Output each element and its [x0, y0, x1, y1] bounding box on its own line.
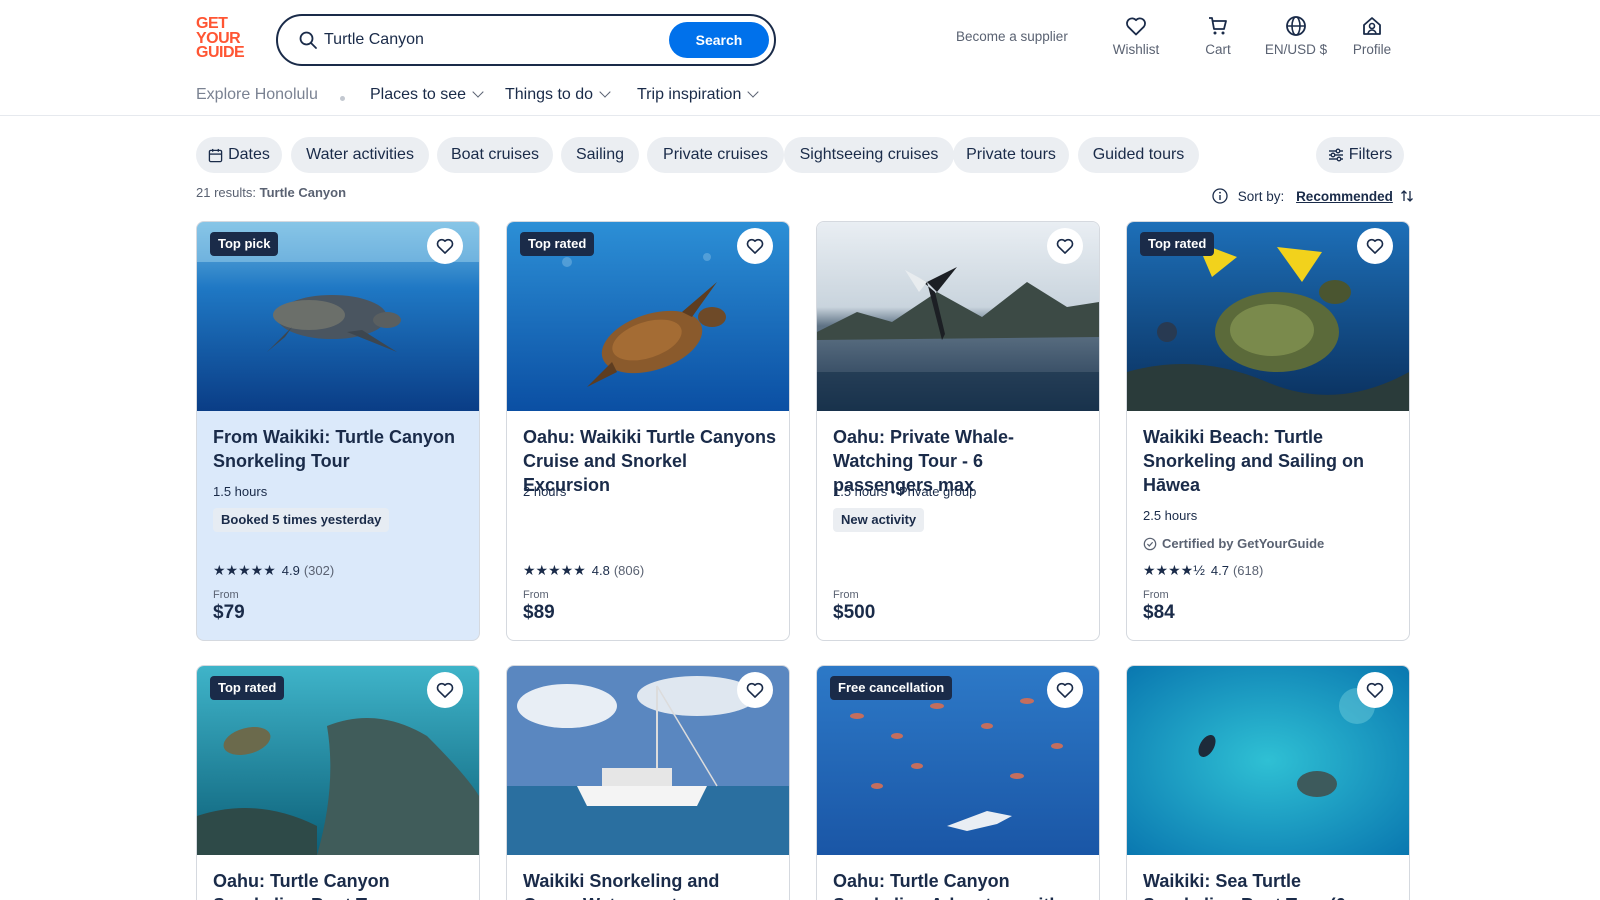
card-title[interactable]: Oahu: Turtle Canyon Snorkeling Adventure…	[833, 869, 1088, 900]
things-to-do-menu[interactable]: Things to do	[505, 86, 611, 104]
cart-icon	[1209, 17, 1227, 35]
price-from-label: From	[213, 589, 239, 601]
wishlist-button[interactable]: Wishlist	[1104, 14, 1168, 64]
card-duration: 1.5 hours	[213, 484, 268, 499]
card-title[interactable]: Waikiki Beach: Turtle Snorkeling and Sai…	[1143, 425, 1398, 497]
add-to-wishlist-button[interactable]	[1357, 672, 1393, 708]
sort-control[interactable]: Sort by: Recommended	[1212, 185, 1414, 204]
card-badge: Top rated	[1140, 232, 1215, 256]
heart-icon	[436, 682, 454, 698]
card-tag: New activity	[833, 508, 925, 532]
search-bar: Search	[276, 14, 776, 66]
activity-card[interactable]: Top rated Oahu: Waikiki Turtle Canyons C…	[506, 221, 790, 641]
card-title[interactable]: Oahu: Turtle Canyon Snorkeling Boat Tour	[213, 869, 468, 900]
sliders-icon	[1328, 148, 1343, 162]
add-to-wishlist-button[interactable]	[1047, 228, 1083, 264]
card-price: $89	[523, 602, 555, 623]
price-from-label: From	[523, 589, 549, 601]
globe-icon	[1286, 16, 1306, 36]
search-icon	[299, 31, 317, 49]
chip-water-activities[interactable]: Water activities	[291, 137, 429, 173]
card-rating: ★★★★★ 4.9 (302)	[213, 562, 335, 578]
card-title[interactable]: From Waikiki: Turtle Canyon Snorkeling T…	[213, 425, 468, 473]
activity-card[interactable]: Waikiki Snorkeling and Ocean Watersports…	[506, 665, 790, 900]
search-button[interactable]: Search	[669, 22, 769, 58]
activity-card[interactable]: Top rated Oahu: Turtle Canyon Snorkeling…	[196, 665, 480, 900]
heart-icon	[1056, 682, 1074, 698]
dates-filter-chip[interactable]: Dates	[196, 137, 282, 173]
filters-button[interactable]: Filters	[1316, 137, 1404, 173]
heart-icon	[436, 238, 454, 254]
price-from-label: From	[1143, 589, 1169, 601]
add-to-wishlist-button[interactable]	[737, 228, 773, 264]
add-to-wishlist-button[interactable]	[427, 228, 463, 264]
places-to-see-menu[interactable]: Places to see	[370, 86, 484, 104]
activity-card[interactable]: Oahu: Private Whale-Watching Tour - 6 pa…	[816, 221, 1100, 641]
calendar-icon	[208, 148, 223, 162]
chevron-down-icon	[472, 86, 484, 98]
separator-dot	[340, 96, 345, 101]
card-badge: Top rated	[520, 232, 595, 256]
card-badge: Top rated	[210, 676, 285, 700]
card-rating: ★★★★★ 4.8 (806)	[523, 562, 645, 578]
sort-arrows-icon	[1400, 190, 1413, 202]
certified-badge-icon	[1143, 537, 1157, 550]
card-title[interactable]: Waikiki Snorkeling and Ocean Watersports…	[523, 869, 778, 900]
locale-button[interactable]: EN/USD $	[1256, 14, 1336, 64]
card-tag: Booked 5 times yesterday	[213, 508, 390, 532]
add-to-wishlist-button[interactable]	[427, 672, 463, 708]
card-duration: 1.5 hours • Private group	[833, 484, 977, 499]
sort-value[interactable]: Recommended	[1296, 189, 1393, 204]
chip-sightseeing-cruises[interactable]: Sightseeing cruises	[784, 137, 954, 173]
card-price: $500	[833, 602, 876, 623]
card-duration: 2 hours	[523, 484, 567, 499]
explore-city-link[interactable]: Explore Honolulu	[196, 86, 318, 104]
add-to-wishlist-button[interactable]	[1357, 228, 1393, 264]
card-price: $84	[1143, 602, 1175, 623]
card-rating: ★★★★½ 4.7 (618)	[1143, 562, 1264, 578]
activity-card[interactable]: Top pick From Waikiki: Turtle Canyon Sno…	[196, 221, 480, 641]
card-duration: 2.5 hours	[1143, 508, 1198, 523]
heart-icon	[1126, 17, 1146, 36]
heart-icon	[1366, 682, 1384, 698]
chevron-down-icon	[599, 86, 611, 98]
cart-button[interactable]: Cart	[1194, 14, 1242, 64]
getyourguide-logo[interactable]: GET YOUR GUIDE	[196, 16, 254, 63]
heart-icon	[1366, 238, 1384, 254]
site-header: GET YOUR GUIDE Search Become a supplier …	[0, 0, 1600, 116]
add-to-wishlist-button[interactable]	[1047, 672, 1083, 708]
become-supplier-link[interactable]: Become a supplier	[956, 29, 1068, 44]
chevron-down-icon	[747, 86, 760, 98]
activity-card[interactable]: Top rated Waikiki Beach: Turtle Snorkeli…	[1126, 221, 1410, 641]
search-input[interactable]	[324, 26, 654, 54]
activity-card[interactable]: Waikiki: Sea Turtle Snorkeling Boat Tour…	[1126, 665, 1410, 900]
card-title[interactable]: Waikiki: Sea Turtle Snorkeling Boat Tour…	[1143, 869, 1398, 900]
card-badge: Free cancellation	[830, 676, 953, 700]
profile-icon	[1363, 17, 1381, 35]
star-rating-icon: ★★★★★	[213, 562, 276, 578]
results-count: 21 results: Turtle Canyon	[196, 185, 347, 200]
heart-icon	[746, 682, 764, 698]
price-from-label: From	[833, 589, 859, 601]
chip-guided-tours[interactable]: Guided tours	[1078, 137, 1199, 173]
star-rating-icon: ★★★★½	[1143, 562, 1205, 578]
card-price: $79	[213, 602, 245, 623]
profile-button[interactable]: Profile	[1348, 14, 1396, 64]
chip-private-tours[interactable]: Private tours	[953, 137, 1069, 173]
heart-icon	[1056, 238, 1074, 254]
chip-private-cruises[interactable]: Private cruises	[647, 137, 784, 173]
activity-card[interactable]: Free cancellation Oahu: Turtle Canyon Sn…	[816, 665, 1100, 900]
add-to-wishlist-button[interactable]	[737, 672, 773, 708]
trip-inspiration-menu[interactable]: Trip inspiration	[637, 86, 760, 104]
certified-label: Certified by GetYourGuide	[1143, 536, 1324, 551]
info-icon	[1212, 188, 1228, 204]
card-badge: Top pick	[210, 232, 279, 256]
star-rating-icon: ★★★★★	[523, 562, 586, 578]
chip-sailing[interactable]: Sailing	[561, 137, 639, 173]
chip-boat-cruises[interactable]: Boat cruises	[437, 137, 553, 173]
heart-icon	[746, 238, 764, 254]
